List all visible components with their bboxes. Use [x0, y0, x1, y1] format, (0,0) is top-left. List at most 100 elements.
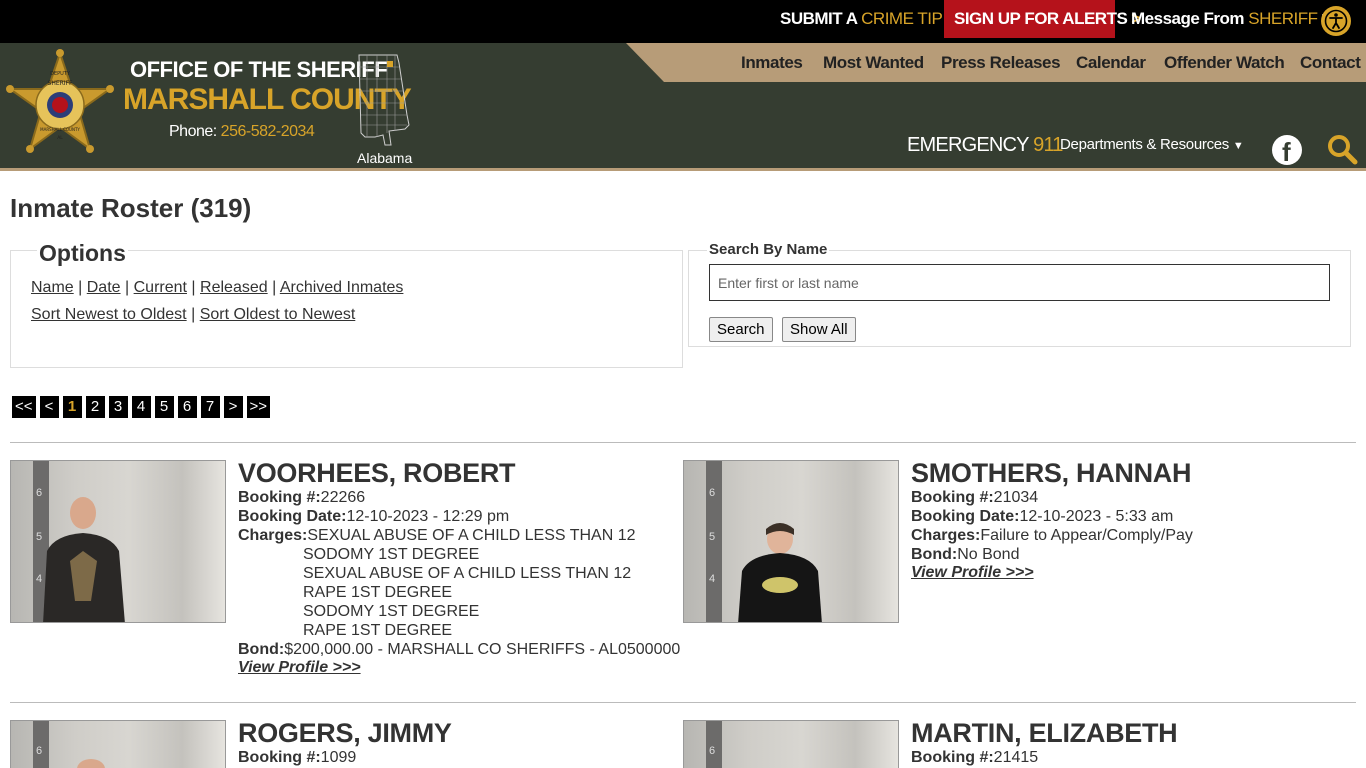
- sort-newest-link[interactable]: Sort Newest to Oldest: [31, 306, 187, 323]
- departments-label: Departments & Resources: [1060, 136, 1230, 153]
- pagination: << < 1 2 3 4 5 6 7 > >>: [12, 396, 271, 418]
- page-7[interactable]: 7: [200, 396, 220, 418]
- sort-oldest-link[interactable]: Sort Oldest to Newest: [200, 306, 356, 323]
- filter-date-link[interactable]: Date: [87, 279, 121, 296]
- submit-crime-tip-link[interactable]: SUBMIT A CRIME TIP>: [780, 0, 956, 38]
- chevron-down-icon: ▼: [1232, 140, 1244, 152]
- separator: |: [125, 279, 130, 296]
- inmate-name: MARTIN, ELIZABETH: [911, 718, 1178, 748]
- org-title[interactable]: OFFICE OF THE SHERIFF: [130, 57, 388, 83]
- nav-inmates[interactable]: Inmates: [741, 53, 803, 73]
- msg-label: Message From: [1131, 9, 1245, 28]
- view-profile-link[interactable]: View Profile >>>: [238, 659, 361, 677]
- booking-date-row: Booking Date:12-10-2023 - 12:29 pm: [238, 508, 510, 525]
- booking-number-row: Booking #:1099: [238, 749, 357, 766]
- separator: |: [191, 306, 196, 323]
- options-legend: Options: [37, 240, 128, 267]
- inmate-photo[interactable]: 654: [683, 460, 899, 623]
- facebook-icon[interactable]: f: [1272, 135, 1302, 167]
- sort-links: Sort Newest to Oldest | Sort Oldest to N…: [31, 306, 355, 324]
- inmate-name: ROGERS, JIMMY: [238, 718, 452, 748]
- inmate-photo[interactable]: 6: [10, 720, 226, 768]
- phone-number[interactable]: 256-582-2034: [221, 123, 315, 140]
- booking-date-row: Booking Date:12-10-2023 - 5:33 am: [911, 508, 1174, 525]
- filter-current-link[interactable]: Current: [134, 279, 187, 296]
- charges-row: Charges:Failure to Appear/Comply/Pay: [911, 527, 1193, 544]
- height-ruler: 6: [706, 721, 722, 768]
- emergency-911[interactable]: EMERGENCY 911: [907, 134, 1063, 157]
- separator: |: [78, 279, 83, 296]
- charges-row: Charges:SEXUAL ABUSE OF A CHILD LESS THA…: [238, 527, 636, 544]
- booking-number-row: Booking #:22266: [238, 489, 366, 506]
- separator: |: [191, 279, 196, 296]
- nav-most-wanted[interactable]: Most Wanted: [823, 53, 924, 73]
- charge-item: RAPE 1ST DEGREE: [303, 584, 453, 601]
- charge-item: SODOMY 1ST DEGREE: [303, 603, 480, 620]
- alabama-map-icon: [358, 54, 410, 146]
- show-all-button[interactable]: Show All: [782, 317, 856, 342]
- separator: |: [272, 279, 277, 296]
- page-1[interactable]: 1: [62, 396, 82, 418]
- page-prev[interactable]: <: [39, 396, 59, 418]
- badge-text-deputy: DEPUTY: [50, 71, 71, 77]
- inmate-photo[interactable]: 6: [683, 720, 899, 768]
- nav-calendar[interactable]: Calendar: [1076, 53, 1146, 73]
- search-legend: Search By Name: [707, 241, 830, 258]
- page-next[interactable]: >: [223, 396, 243, 418]
- badge-text-sheriff: SHERIFF: [48, 80, 74, 87]
- charge-item: SEXUAL ABUSE OF A CHILD LESS THAN 12: [303, 565, 632, 582]
- search-icon[interactable]: [1326, 133, 1358, 165]
- top-utility-bar: SUBMIT A CRIME TIP> SIGN UP FOR ALERTS> …: [0, 0, 1366, 43]
- height-ruler: 6: [33, 721, 49, 768]
- page-2[interactable]: 2: [85, 396, 105, 418]
- inmate-name: VOORHEES, ROBERT: [238, 458, 516, 488]
- accessibility-icon[interactable]: [1321, 6, 1351, 36]
- booking-number-row: Booking #:21415: [911, 749, 1039, 766]
- person-silhouette: [738, 523, 822, 622]
- page-last[interactable]: >>: [246, 396, 271, 418]
- badge-text-state: AL: [57, 135, 63, 141]
- message-from-sheriff-link[interactable]: Message From SHERIFF>: [1131, 0, 1331, 38]
- divider: [10, 702, 1356, 703]
- tip-label: SUBMIT A: [780, 9, 857, 28]
- filter-archived-link[interactable]: Archived Inmates: [280, 279, 404, 296]
- nav-press-releases[interactable]: Press Releases: [941, 53, 1061, 73]
- site-header: DEPUTY SHERIFF MARSHALL COUNTY AL OFFICE…: [0, 43, 1366, 171]
- page-6[interactable]: 6: [177, 396, 197, 418]
- filter-links: Name | Date | Current | Released | Archi…: [31, 279, 403, 297]
- person-silhouette: [77, 759, 105, 768]
- divider: [10, 442, 1356, 443]
- page-5[interactable]: 5: [154, 396, 174, 418]
- search-button[interactable]: Search: [709, 317, 773, 342]
- sign-up-alerts-link[interactable]: SIGN UP FOR ALERTS >: [944, 0, 1141, 38]
- inmate-photo[interactable]: 654: [10, 460, 226, 623]
- inmate-name: SMOTHERS, HANNAH: [911, 458, 1192, 488]
- view-profile-link[interactable]: View Profile >>>: [911, 564, 1034, 582]
- phone-label: Phone:: [169, 123, 217, 140]
- charge-item: SODOMY 1ST DEGREE: [303, 546, 480, 563]
- alerts-label: SIGN UP FOR ALERTS: [954, 9, 1128, 28]
- badge-text-county: MARSHALL COUNTY: [40, 127, 80, 132]
- emergency-number: 911: [1033, 134, 1063, 156]
- page-3[interactable]: 3: [108, 396, 128, 418]
- name-search-input[interactable]: [709, 264, 1330, 301]
- phone-line: Phone: 256-582-2034: [169, 123, 315, 141]
- page-4[interactable]: 4: [131, 396, 151, 418]
- filter-released-link[interactable]: Released: [200, 279, 268, 296]
- bond-row: Bond:No Bond: [911, 546, 1020, 563]
- charge-item: RAPE 1ST DEGREE: [303, 622, 453, 639]
- bond-row: Bond:$200,000.00 - MARSHALL CO SHERIFFS …: [238, 641, 681, 658]
- tip-label-gold: CRIME TIP: [861, 9, 943, 28]
- nav-offender-watch[interactable]: Offender Watch: [1164, 53, 1285, 73]
- departments-dropdown[interactable]: Departments & Resources ▼: [1060, 136, 1244, 153]
- sheriff-badge-logo[interactable]: DEPUTY SHERIFF MARSHALL COUNTY AL: [6, 49, 114, 167]
- height-ruler: 654: [706, 461, 722, 622]
- person-silhouette: [43, 497, 125, 622]
- booking-number-row: Booking #:21034: [911, 489, 1039, 506]
- state-label: Alabama: [357, 150, 413, 166]
- page-title: Inmate Roster (319): [10, 193, 252, 223]
- page-first[interactable]: <<: [12, 396, 36, 418]
- emergency-label: EMERGENCY: [907, 134, 1029, 156]
- filter-name-link[interactable]: Name: [31, 279, 74, 296]
- nav-contact[interactable]: Contact: [1300, 53, 1361, 73]
